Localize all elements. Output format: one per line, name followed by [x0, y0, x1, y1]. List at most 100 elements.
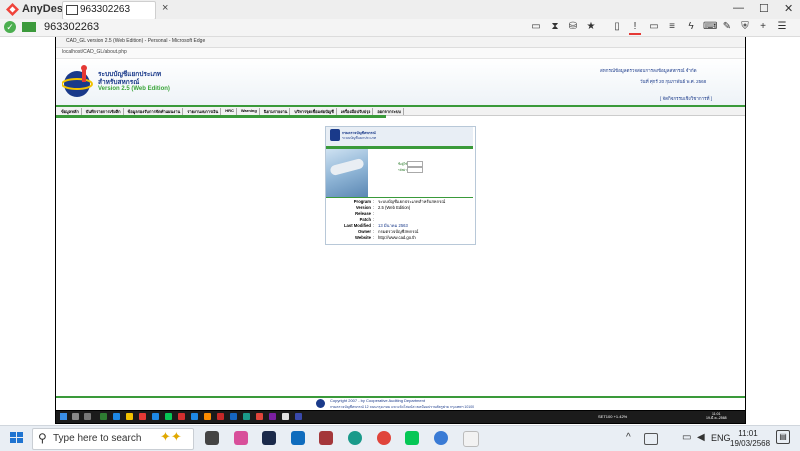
photoshop-icon[interactable]: [262, 431, 276, 445]
remote-id: 963302263: [44, 21, 100, 33]
network-icon[interactable]: ▭: [682, 432, 691, 443]
file-transfer-icon[interactable]: ▯: [611, 21, 623, 33]
card-logo-icon: [330, 129, 340, 141]
remote-app-icon[interactable]: [269, 413, 276, 420]
task-view-icon[interactable]: [205, 431, 219, 445]
remote-chrome-icon[interactable]: [256, 413, 263, 420]
display-icon[interactable]: ▭: [648, 21, 660, 33]
anydesk-session-bar: [0, 19, 800, 37]
hourglass-icon[interactable]: ⧗: [549, 21, 561, 33]
message-icon[interactable]: ≡: [666, 21, 678, 33]
menu-item[interactable]: ข้อมูลรองรับการจัดทำแผนงาน: [126, 108, 184, 115]
remote-app-icon[interactable]: [178, 413, 185, 420]
clock[interactable]: 11:01 19/03/2568: [730, 429, 771, 449]
login-form: [370, 152, 472, 196]
edge-title: CAD_GL version 2.5 (Web Edition) - Perso…: [66, 38, 206, 44]
department-name: สหกรณ์ข้อมูลตรวจสอบการลงข้อมูลสหกรณ์ จำก…: [600, 68, 697, 73]
search-icon: ⚲: [38, 431, 47, 445]
remote-app-icon[interactable]: [230, 413, 237, 420]
program-info: Program: ระบบบัญชีแยกประเภทสำหรับสหกรณ์ V…: [326, 199, 473, 241]
monitor-icon: [66, 5, 78, 15]
address-text: localhost/CAD_GL/about.php: [62, 49, 127, 55]
card-separator: [326, 197, 473, 198]
connected-check-icon: ✓: [4, 21, 16, 33]
remote-start-icon[interactable]: [60, 413, 67, 420]
system-version: Version 2.5 (Web Edition): [98, 86, 170, 92]
info-row: Website: http://www.cad.go.th: [326, 235, 473, 241]
remote-app-icon[interactable]: [295, 413, 302, 420]
menu-item[interactable]: เครื่องมือปรับปรุง: [339, 108, 374, 115]
edge-icon[interactable]: [348, 431, 362, 445]
tray-app-icon[interactable]: [644, 433, 658, 445]
menu-underline: [56, 115, 386, 118]
access-icon[interactable]: [319, 431, 333, 445]
remote-taskview-icon[interactable]: [84, 413, 91, 420]
remote-app-icon[interactable]: [152, 413, 159, 420]
remote-edge-icon[interactable]: [243, 413, 250, 420]
clock-time: 11:01: [738, 429, 758, 438]
actions-icon[interactable]: !: [629, 21, 641, 35]
files-icon[interactable]: [463, 431, 479, 447]
notification-icon[interactable]: ▤: [776, 430, 790, 444]
session-tab-label: 963302263: [80, 4, 131, 15]
menu-item[interactable]: ข้อมูลหลัก: [59, 108, 82, 115]
menu-item[interactable]: Warning: [239, 108, 260, 115]
clock-date: 19/03/2568: [730, 439, 771, 448]
sparkle-icon[interactable]: ✦✦: [160, 429, 182, 445]
address-bar[interactable]: [56, 48, 745, 59]
maximize-button[interactable]: ☐: [759, 2, 769, 15]
menu-item[interactable]: รายงานงบการเงิน: [185, 108, 222, 115]
storage-icon[interactable]: ⛁: [567, 21, 579, 33]
menu-icon[interactable]: ☰: [776, 21, 788, 33]
remote-date: 19-มี.ค.-2568: [706, 416, 727, 420]
minimize-button[interactable]: —: [733, 2, 744, 14]
close-tab-icon[interactable]: ×: [162, 2, 168, 14]
card-header-subtitle: ระบบบัญชีแยกประเภท: [342, 136, 377, 140]
footer-address: กรมตรวจบัญชีสหกรณ์ 12 ถนนกรุงเกษม แขวงวั…: [330, 405, 475, 409]
windows-start-icon[interactable]: [10, 432, 24, 444]
remote-app-icon[interactable]: [191, 413, 198, 420]
menu-item[interactable]: บริหารจุดเชื่อมต่อบัญชี: [292, 108, 337, 115]
shield-icon[interactable]: ⛨: [739, 21, 751, 33]
remote-app-icon[interactable]: [282, 413, 289, 420]
line-icon[interactable]: [405, 431, 419, 445]
remote-tray-stock: SET100 +1.42%: [598, 414, 628, 419]
remote-app-icon[interactable]: [139, 413, 146, 420]
photos-icon[interactable]: [434, 431, 448, 445]
remote-app-icon[interactable]: [113, 413, 120, 420]
password-input[interactable]: [407, 167, 423, 173]
language-indicator[interactable]: ENG: [711, 433, 731, 443]
chat-icon[interactable]: ▭: [530, 21, 542, 33]
outlook-icon[interactable]: [291, 431, 305, 445]
website-link[interactable]: http://www.cad.go.th: [378, 235, 416, 241]
remote-taskbar: [56, 411, 745, 423]
close-window-button[interactable]: ✕: [784, 2, 793, 15]
star-icon[interactable]: ★: [585, 21, 597, 33]
color-app-icon[interactable]: [234, 431, 248, 445]
plus-icon[interactable]: +: [757, 21, 769, 33]
remote-app-icon[interactable]: [204, 413, 211, 420]
username-label: ชื่อผู้ใช้: [398, 162, 408, 166]
remote-folder-icon[interactable]: [126, 413, 133, 420]
menu-item[interactable]: HRC: [223, 108, 237, 115]
info-value: 2.5 (Web Edition): [378, 205, 411, 210]
chrome-icon[interactable]: [377, 431, 391, 445]
menu-item[interactable]: บันทึกรายการเชิงลึก: [84, 108, 124, 115]
screen-icon[interactable]: [22, 22, 36, 32]
anydesk-logo-icon: [6, 3, 19, 16]
remote-app-icon[interactable]: [100, 413, 107, 420]
current-date: วันที่ ศุกร์ 20 กุมภาพันธ์ พ.ศ. 2568: [640, 79, 707, 84]
remote-line-icon[interactable]: [165, 413, 172, 420]
menu-item[interactable]: นิยามรายงาน: [262, 108, 291, 115]
chevron-up-icon[interactable]: ^: [626, 432, 631, 443]
lightning-icon[interactable]: ϟ: [685, 21, 697, 33]
footer-copyright: Copyright 2007 - by Cooperative Auditing…: [330, 398, 425, 403]
keyboard-icon[interactable]: ⌨: [703, 21, 717, 33]
menu-item[interactable]: ออกจากระบบ: [375, 108, 404, 115]
remote-app-icon[interactable]: [217, 413, 224, 420]
footer-logo-icon: [316, 399, 325, 408]
header-link[interactable]: [ จัดกิจกรรมเชิงวิชาการที่ ]: [660, 95, 712, 102]
tools-icon[interactable]: ✎: [721, 21, 733, 33]
remote-search-icon[interactable]: [72, 413, 79, 420]
volume-icon[interactable]: ◀: [697, 432, 705, 443]
